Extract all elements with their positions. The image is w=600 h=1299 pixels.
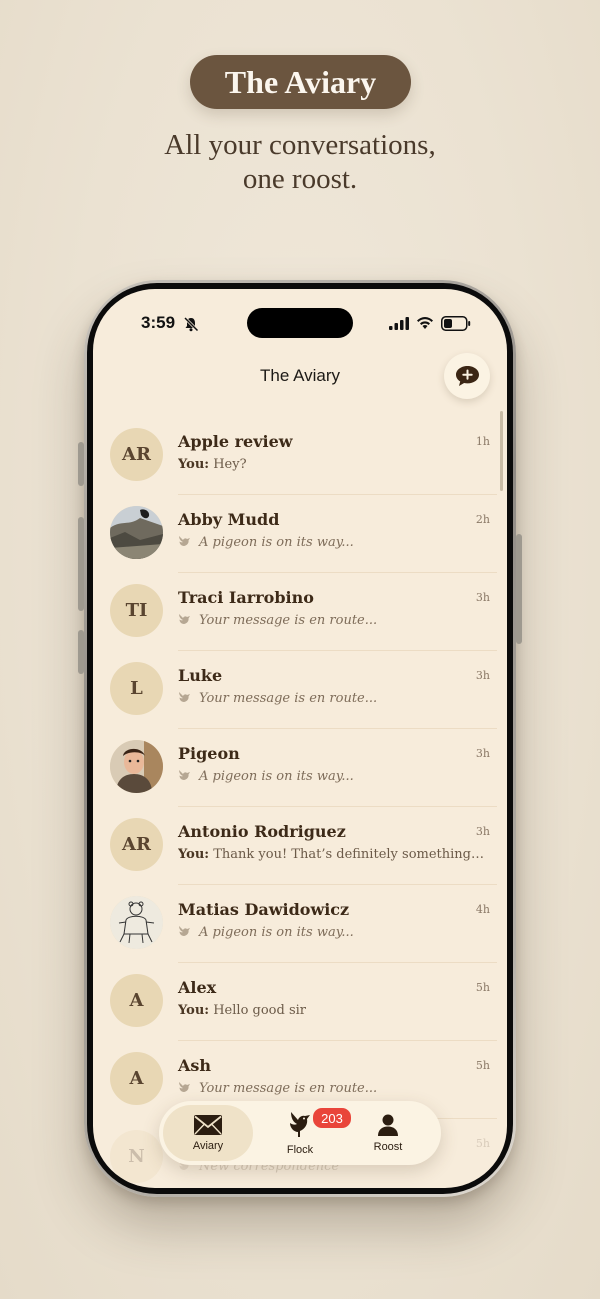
timestamp: 3h <box>475 747 490 760</box>
tab-roost[interactable]: Roost <box>343 1105 433 1161</box>
contact-name: Ash <box>178 1056 212 1075</box>
pigeon-icon <box>179 1082 190 1092</box>
phone-volume-up-button <box>78 517 84 611</box>
pigeon-icon <box>179 536 190 546</box>
timestamp: 5h <box>475 1137 490 1150</box>
conversation-row[interactable]: L Luke 3h Your message is en route... <box>93 651 507 729</box>
avatar <box>110 740 163 793</box>
contact-name: Apple review <box>178 432 293 451</box>
status-time: 3:59 <box>141 313 176 332</box>
conversation-row[interactable]: TI Traci Iarrobino 3h Your message is en ro… <box>93 573 507 651</box>
timestamp: 3h <box>475 669 490 682</box>
sender-prefix: You: <box>178 457 210 472</box>
contact-name: Alex <box>178 978 217 997</box>
tab-flock-label: Flock <box>286 1144 314 1156</box>
conversation-row[interactable]: A Alex 5h You: Hello good sir <box>93 963 507 1041</box>
avatar <box>110 506 163 559</box>
message-preview: You: Hey? <box>178 457 488 472</box>
message-preview: Your message is en route... <box>178 1081 488 1096</box>
conversation-row[interactable]: Matias Dawidowicz 4h A pigeon is on its wa… <box>93 885 507 963</box>
preview-text: A pigeon is on its way... <box>199 925 354 940</box>
avatar: TI <box>110 584 163 637</box>
conversation-row[interactable]: AR Apple review 1h You: Hey? <box>93 417 507 495</box>
sketch-drawing <box>110 896 163 949</box>
tab-roost-label: Roost <box>373 1141 403 1153</box>
timestamp: 5h <box>475 1059 490 1072</box>
contact-name: Traci Iarrobino <box>178 588 314 607</box>
contact-name: Pigeon <box>178 744 240 763</box>
tab-aviary[interactable]: Aviary <box>163 1105 253 1161</box>
message-preview: Your message is en route... <box>178 613 488 628</box>
bell-muted-icon <box>183 316 199 332</box>
conversation-row[interactable]: Abby Mudd 2h A pigeon is on its way... <box>93 495 507 573</box>
phone-volume-down-button <box>78 630 84 674</box>
sender-prefix: You: <box>178 847 210 862</box>
tagline: All your conversations, one roost. <box>0 128 600 196</box>
tab-aviary-label: Aviary <box>192 1140 224 1152</box>
conversation-row[interactable]: AR Antonio Rodriguez 3h You: Thank you! Tha… <box>93 807 507 885</box>
bird-icon <box>290 1112 310 1137</box>
preview-text: Hello good sir <box>213 1003 306 1018</box>
person-photo <box>110 740 163 793</box>
timestamp: 4h <box>475 903 490 916</box>
preview-text: Thank you! That’s definitely something I… <box>213 847 488 862</box>
avatar: AR <box>110 818 163 871</box>
timestamp: 5h <box>475 981 490 994</box>
cellular-signal-icon <box>389 317 409 330</box>
avatar: N <box>110 1130 163 1183</box>
timestamp: 3h <box>475 825 490 838</box>
preview-text: A pigeon is on its way... <box>199 769 354 784</box>
wifi-icon <box>417 317 433 329</box>
sender-prefix: You: <box>178 1003 210 1018</box>
preview-text: Hey? <box>213 457 247 472</box>
preview-text: Your message is en route... <box>199 691 378 706</box>
landscape-photo <box>110 506 163 559</box>
timestamp: 2h <box>475 513 490 526</box>
tagline-line-2: one roost. <box>242 163 358 195</box>
dynamic-island <box>247 308 353 338</box>
contact-name: Luke <box>178 666 223 685</box>
conversation-row[interactable]: Pigeon 3h A pigeon is on its way... <box>93 729 507 807</box>
message-preview: A pigeon is on its way... <box>178 535 488 550</box>
message-preview: A pigeon is on its way... <box>178 925 488 940</box>
phone-action-button <box>78 442 84 486</box>
preview-text: A pigeon is on its way... <box>199 535 354 550</box>
preview-text: Your message is en route... <box>199 1081 378 1096</box>
avatar: A <box>110 974 163 1027</box>
contact-name: Abby Mudd <box>178 510 280 529</box>
phone-screen: 3:59 The Aviary AR Apple review 1h You: Hey… <box>93 289 507 1188</box>
avatar: L <box>110 662 163 715</box>
avatar <box>110 896 163 949</box>
contact-name: Matias Dawidowicz <box>178 900 350 919</box>
person-icon <box>378 1114 398 1136</box>
tagline-line-1: All your conversations, <box>164 129 436 161</box>
contact-name: Antonio Rodriguez <box>178 822 346 841</box>
message-preview: A pigeon is on its way... <box>178 769 488 784</box>
brand-pill: The Aviary <box>190 55 411 109</box>
new-message-icon <box>455 366 479 386</box>
timestamp: 3h <box>475 591 490 604</box>
envelope-icon <box>194 1115 222 1135</box>
avatar: AR <box>110 428 163 481</box>
pigeon-icon <box>179 926 190 936</box>
phone-power-button <box>516 534 522 644</box>
preview-text: Your message is en route... <box>199 613 378 628</box>
timestamp: 1h <box>475 435 490 448</box>
avatar: A <box>110 1052 163 1105</box>
battery-icon <box>441 316 471 331</box>
pigeon-icon <box>179 614 190 624</box>
pigeon-icon <box>179 770 190 780</box>
pigeon-icon <box>179 692 190 702</box>
new-conversation-button[interactable] <box>444 353 490 399</box>
message-preview: You: Thank you! That’s definitely someth… <box>178 847 488 862</box>
tab-bar: Aviary Flock 203 Roost <box>159 1101 441 1165</box>
message-preview: You: Hello good sir <box>178 1003 488 1018</box>
message-preview: Your message is en route... <box>178 691 488 706</box>
